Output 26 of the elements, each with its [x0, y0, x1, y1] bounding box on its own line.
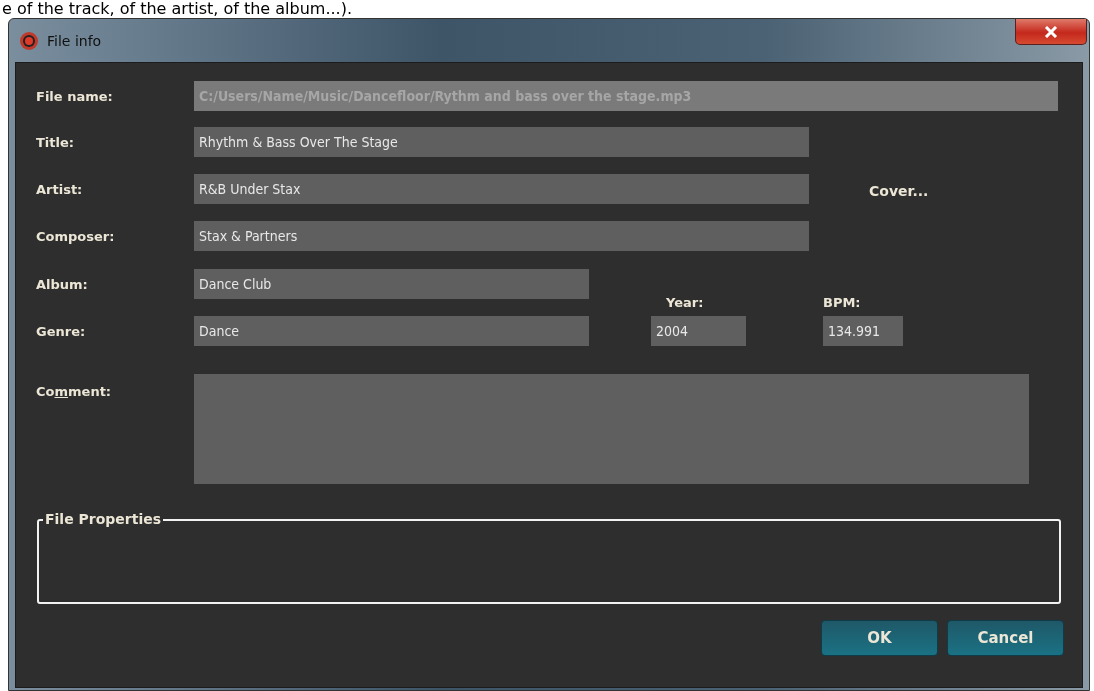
close-button[interactable] [1015, 19, 1087, 45]
title-field[interactable]: Rhythm & Bass Over The Stage [194, 127, 809, 157]
caption-text: e of the track, of the artist, of the album...). [1, 0, 353, 18]
field-label: Composer: [36, 228, 116, 244]
genre-field[interactable]: Dance [194, 316, 589, 346]
field-label: Genre: [36, 323, 87, 339]
field-label: File name: [36, 88, 114, 104]
field-label: BPM: [823, 295, 862, 310]
close-icon [1044, 25, 1058, 38]
artist-field[interactable]: R&B Under Stax [194, 174, 809, 204]
field-label: Title: [36, 134, 75, 150]
bpm-field[interactable]: 134.991 [823, 316, 903, 346]
window-title: File info [47, 32, 102, 49]
field-label: Album: [36, 276, 89, 292]
cover-button[interactable]: Cover... [869, 183, 929, 199]
field-label: Year: [666, 295, 705, 310]
field-label: Artist: [36, 181, 84, 197]
group-title: File Properties [43, 511, 164, 527]
cancel-button[interactable]: Cancel [947, 620, 1064, 656]
field-label: Comment: [36, 383, 113, 399]
comment-field[interactable] [194, 374, 1029, 484]
ok-button[interactable]: OK [821, 620, 938, 656]
year-field[interactable]: 2004 [651, 316, 746, 346]
record-icon [19, 30, 39, 51]
album-field[interactable]: Dance Club [194, 269, 589, 299]
composer-field[interactable]: Stax & Partners [194, 221, 809, 251]
